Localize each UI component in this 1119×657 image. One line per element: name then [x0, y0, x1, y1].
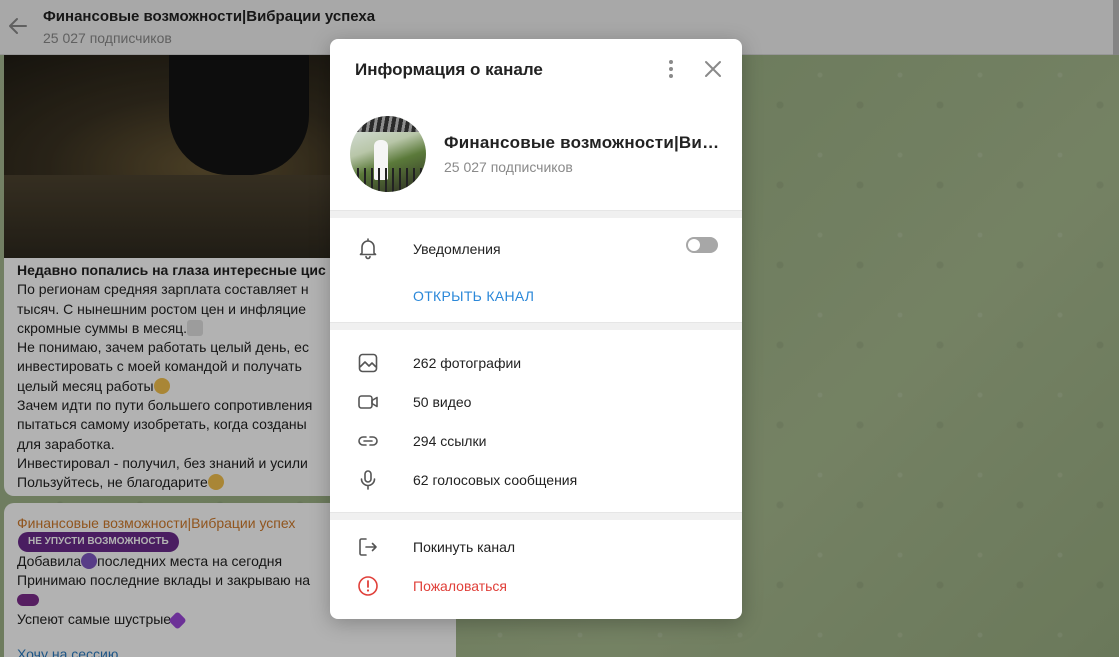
notifications-toggle[interactable]: [686, 237, 718, 253]
channel-avatar[interactable]: [350, 116, 426, 192]
media-item-voice[interactable]: 62 голосовых сообщения: [413, 472, 577, 488]
microphone-icon: [360, 470, 376, 490]
channel-name: Финансовые возможности|Вибрации успеха: [444, 133, 724, 152]
bell-icon: [359, 238, 377, 260]
media-item-photos[interactable]: 262 фотографии: [413, 355, 521, 371]
close-icon[interactable]: [701, 57, 725, 81]
leave-channel-button[interactable]: Покинуть канал: [413, 539, 515, 555]
toggle-knob: [688, 239, 700, 251]
media-item-links[interactable]: 294 ссылки: [413, 433, 486, 449]
notifications-label: Уведомления: [413, 241, 501, 257]
open-channel-button[interactable]: ОТКРЫТЬ КАНАЛ: [413, 288, 534, 304]
link-icon: [358, 436, 378, 446]
divider: [330, 210, 742, 218]
photo-icon: [358, 353, 378, 373]
video-icon: [358, 395, 378, 409]
more-vertical-icon[interactable]: [659, 57, 683, 81]
divider: [330, 512, 742, 520]
leave-icon: [359, 538, 377, 556]
channel-info-dialog: Информация о канале Финансовые возможнос…: [330, 39, 742, 619]
channel-subscribers: 25 027 подписчиков: [444, 159, 573, 175]
report-icon: [358, 576, 378, 596]
media-item-videos[interactable]: 50 видео: [413, 394, 471, 410]
divider: [330, 322, 742, 330]
dialog-title: Информация о канале: [355, 60, 543, 79]
report-button[interactable]: Пожаловаться: [413, 578, 507, 594]
